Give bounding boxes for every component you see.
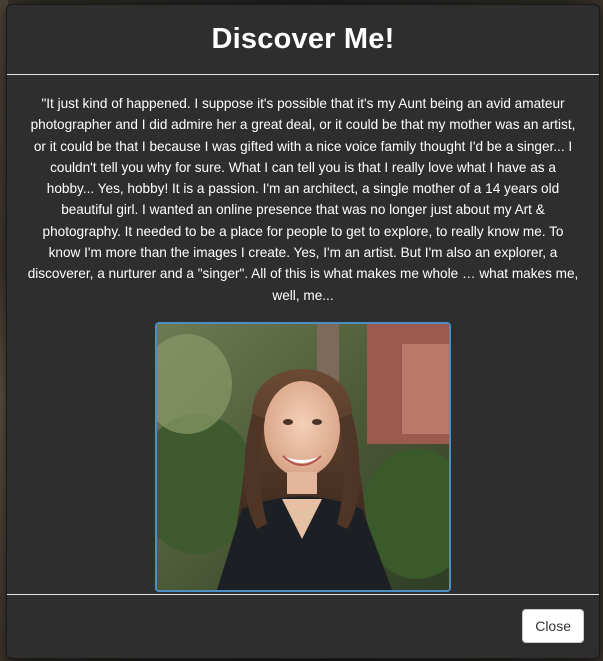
modal-body: "It just kind of happened. I suppose it'… [7,75,599,593]
close-button[interactable]: Close [522,609,584,643]
portrait-photo [155,321,451,592]
discover-me-modal: Discover Me! "It just kind of happened. … [6,4,600,659]
modal-header: Discover Me! [7,5,599,75]
modal-footer: Close [7,594,599,658]
modal-title: Discover Me! [211,23,395,55]
bio-quote: "It just kind of happened. I suppose it'… [27,96,579,303]
